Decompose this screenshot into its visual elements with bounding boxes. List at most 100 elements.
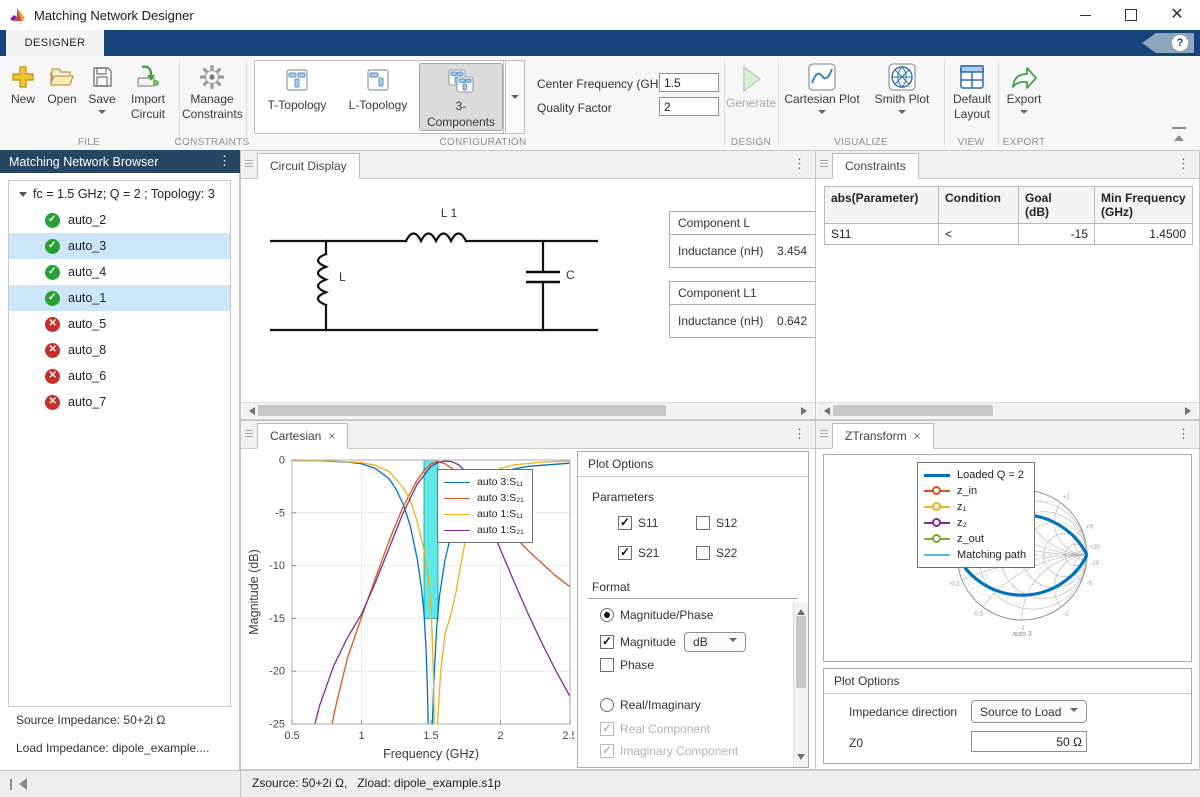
tab-circuit-display[interactable]: Circuit Display [257, 153, 360, 179]
real-imaginary-radio[interactable]: Real/Imaginary [600, 698, 701, 712]
tree-root[interactable]: fc = 1.5 GHz; Q = 2 ; Topology: 3 [9, 181, 230, 207]
default-layout-button[interactable]: Default Layout [948, 62, 996, 122]
radio-icon[interactable] [600, 608, 614, 622]
checkbox-icon[interactable] [696, 546, 710, 560]
collapse-ribbon-button[interactable] [1172, 127, 1186, 142]
tree-item-auto_2[interactable]: auto_2 [9, 207, 230, 233]
parameter-checkbox-S22[interactable]: S22 [696, 546, 737, 560]
legend-marker-icon [932, 486, 941, 495]
center-frequency-input[interactable] [659, 73, 719, 92]
maximize-button[interactable] [1108, 0, 1154, 30]
circuit-horizontal-scrollbar[interactable] [242, 402, 814, 418]
cartesian-plot-button[interactable]: Cartesian Plot [784, 62, 860, 121]
manage-constraints-button[interactable]: Manage Constraints [182, 62, 242, 122]
quality-factor-input[interactable] [659, 97, 719, 116]
panel-grip-icon[interactable] [245, 430, 253, 439]
scrollbar-thumb[interactable] [258, 405, 666, 416]
parameter-checkbox-S12[interactable]: S12 [696, 516, 737, 530]
radio-icon[interactable] [600, 698, 614, 712]
cartesian-menu-kebab[interactable]: ⋮ [793, 427, 806, 440]
tab-constraints[interactable]: Constraints [832, 153, 919, 179]
panel-grip-icon[interactable] [245, 160, 253, 169]
constraints-cell[interactable]: S11 [825, 224, 939, 245]
circuit-menu-kebab[interactable]: ⋮ [793, 157, 806, 170]
legend-label: Matching path [957, 549, 1026, 561]
panel-grip-icon[interactable] [820, 430, 828, 439]
scroll-right-icon[interactable] [801, 407, 811, 415]
ztransform-menu-kebab[interactable]: ⋮ [1177, 427, 1190, 440]
import-circuit-button[interactable]: Import Circuit [122, 62, 174, 122]
tab-ztransform[interactable]: ZTransform× [832, 423, 934, 449]
tab-cartesian[interactable]: Cartesian× [257, 423, 348, 449]
tree-item-auto_6[interactable]: auto_6 [9, 363, 230, 389]
export-arrow-icon [1000, 62, 1048, 92]
constraints-header: Min Frequency (GHz) [1095, 187, 1193, 224]
constraints-table: abs(Parameter)ConditionGoal (dB)Min Freq… [824, 186, 1193, 245]
magnitude-checkbox[interactable]: Magnitude dB [600, 632, 746, 652]
minimize-button[interactable] [1062, 0, 1108, 30]
save-button[interactable]: Save [84, 62, 120, 121]
smith-plot-dropdown-icon[interactable] [898, 110, 906, 118]
shunt-capacitor-label: C [566, 268, 575, 282]
constraints-cell[interactable]: -15 [1019, 224, 1095, 245]
impedance-direction-dropdown[interactable]: Source to Load [971, 700, 1087, 723]
section-label-visualize: VISUALIZE [834, 137, 888, 148]
parameter-checkbox-S11[interactable]: S11 [618, 516, 658, 530]
scroll-down-icon[interactable] [797, 754, 805, 764]
tree-item-auto_5[interactable]: auto_5 [9, 311, 230, 337]
options-vertical-scrollbar[interactable] [793, 602, 808, 767]
open-button[interactable]: Open [42, 62, 82, 107]
checkbox-icon[interactable] [600, 635, 614, 649]
constraints-horizontal-scrollbar[interactable] [817, 402, 1198, 418]
l-topology-button[interactable]: 3- L-Topology [338, 63, 418, 131]
collapse-panel-icon[interactable] [10, 778, 27, 790]
z0-input[interactable] [971, 731, 1087, 752]
tree-item-auto_7[interactable]: auto_7 [9, 389, 230, 415]
svg-text:-5: -5 [275, 507, 285, 519]
constraints-cell[interactable]: < [939, 224, 1019, 245]
three-components-button[interactable]: 3- Components [419, 63, 503, 131]
magnitude-phase-radio[interactable]: Magnitude/Phase [600, 608, 713, 622]
panel-grip-icon[interactable] [820, 160, 828, 169]
legend-entry: auto 1:S₁₁ [444, 506, 524, 522]
tree-item-auto_8[interactable]: auto_8 [9, 337, 230, 363]
magnitude-unit-dropdown[interactable]: dB [684, 632, 746, 652]
smith-plot-button[interactable]: Smith Plot [866, 62, 938, 121]
scrollbar-thumb[interactable] [796, 616, 806, 688]
export-dropdown-icon[interactable] [1020, 110, 1028, 118]
checkbox-icon[interactable] [618, 546, 632, 560]
scrollbar-thumb[interactable] [833, 405, 993, 416]
scroll-left-icon[interactable] [820, 407, 830, 415]
checkbox-icon[interactable] [600, 658, 614, 672]
constraints-cell[interactable]: 1.4500 [1095, 224, 1193, 245]
constraints-menu-kebab[interactable]: ⋮ [1177, 157, 1190, 170]
tree-item-auto_1[interactable]: auto_1 [9, 285, 230, 311]
phase-checkbox[interactable]: Phase [600, 658, 654, 672]
legend-label: z_out [957, 533, 984, 545]
checkbox-icon[interactable] [618, 516, 632, 530]
generate-button[interactable]: Generate [726, 62, 776, 111]
scroll-right-icon[interactable] [1185, 407, 1195, 415]
scroll-up-icon[interactable] [797, 605, 805, 615]
save-dropdown-icon[interactable] [98, 110, 106, 118]
new-button[interactable]: New [4, 62, 42, 107]
tree-item-auto_4[interactable]: auto_4 [9, 259, 230, 285]
gallery-dropdown-button[interactable] [505, 60, 525, 134]
ribbon-separator [778, 60, 779, 146]
network-tree: fc = 1.5 GHz; Q = 2 ; Topology: 3 auto_2… [8, 180, 231, 707]
tree-item-auto_3[interactable]: auto_3 [9, 233, 230, 259]
export-button[interactable]: Export [1000, 62, 1048, 121]
chevron-down-icon [511, 95, 519, 103]
checkbox-icon[interactable] [696, 516, 710, 530]
browser-menu-kebab[interactable]: ⋮ [218, 154, 231, 167]
tab-designer[interactable]: DESIGNER [6, 30, 104, 56]
help-button[interactable]: ? [1142, 33, 1194, 53]
close-button[interactable]: ✕ [1154, 0, 1200, 30]
t-topology-button[interactable]: T-Topology [257, 63, 337, 131]
tab-close-icon[interactable]: × [914, 429, 921, 443]
cartesian-plot-dropdown-icon[interactable] [818, 110, 826, 118]
tab-close-icon[interactable]: × [328, 429, 335, 443]
scroll-left-icon[interactable] [245, 407, 255, 415]
cartesian-panel: Cartesian× ⋮ 0.511.522.50-5-10-15-20-25F… [240, 420, 816, 770]
parameter-checkbox-S21[interactable]: S21 [618, 546, 659, 560]
